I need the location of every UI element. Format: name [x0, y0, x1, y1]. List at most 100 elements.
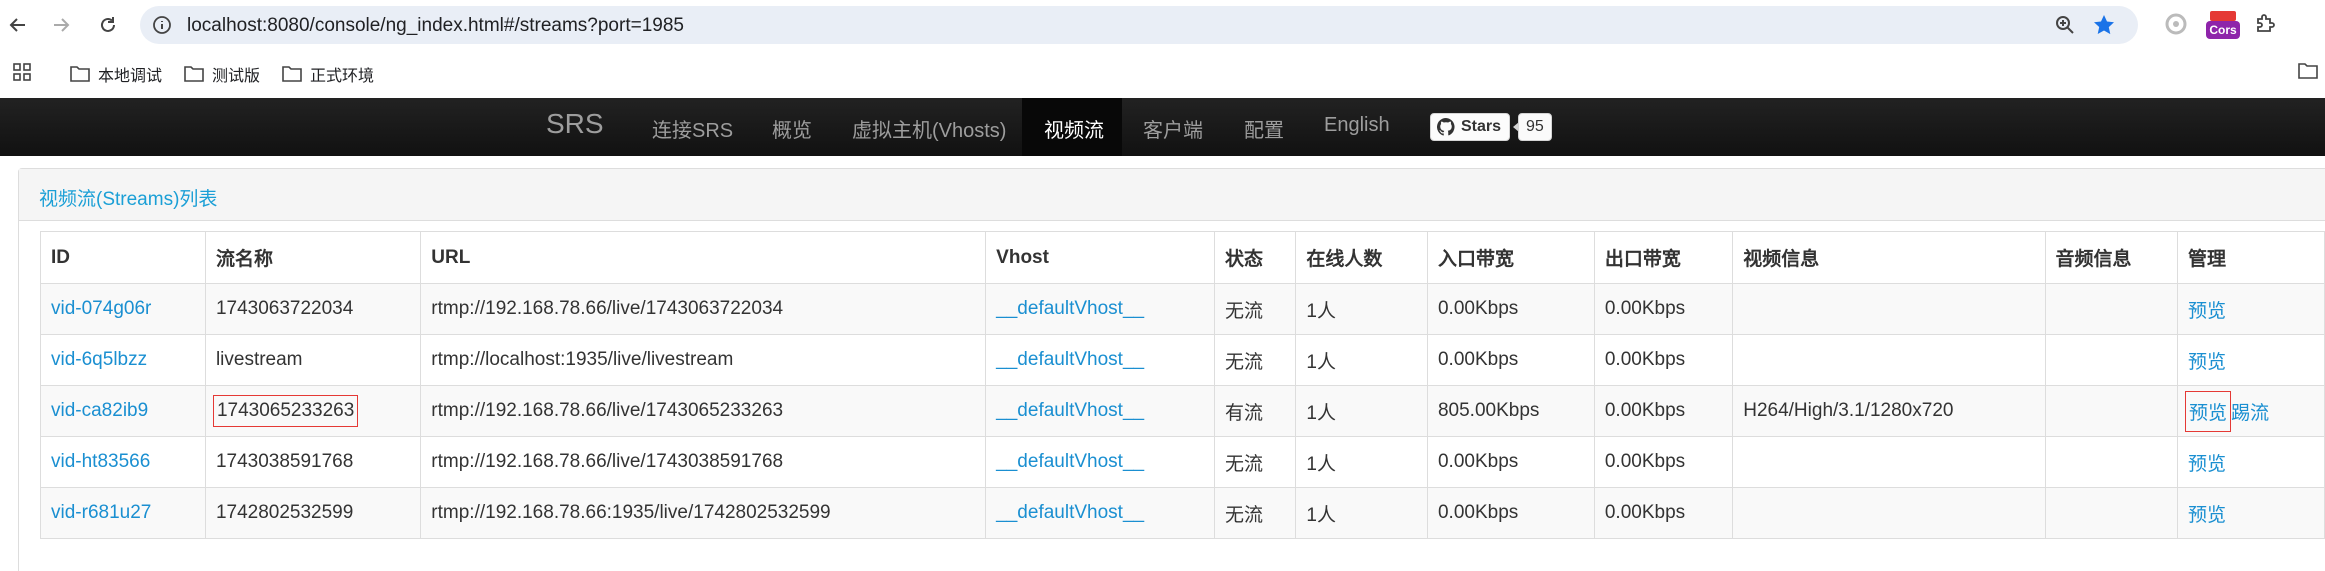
- stream-name: 1743038591768: [204, 436, 422, 488]
- stream-url: rtmp://localhost:1935/live/livestream: [420, 334, 987, 386]
- preview-link[interactable]: 预览: [2188, 505, 2226, 526]
- stream-id-link[interactable]: vid-ht83566: [51, 451, 150, 472]
- vhost-link[interactable]: __defaultVhost__: [996, 298, 1144, 319]
- video-info: [1732, 283, 2046, 335]
- table-row: vid-074g06r 1743063722034 rtmp://192.168…: [40, 283, 2325, 335]
- audio-info: [2044, 385, 2179, 437]
- in-bandwidth: 0.00Kbps: [1426, 487, 1595, 539]
- address-bar[interactable]: localhost:8080/console/ng_index.html#/st…: [140, 6, 2138, 44]
- nav-config[interactable]: 配置: [1244, 114, 1284, 143]
- site-info-icon[interactable]: [152, 15, 172, 40]
- in-bandwidth: 805.00Kbps: [1426, 385, 1595, 437]
- audio-info: [2044, 487, 2179, 539]
- video-info: [1732, 436, 2046, 488]
- stream-id-link[interactable]: vid-ca82ib9: [51, 400, 148, 421]
- nav-clients[interactable]: 客户端: [1143, 114, 1203, 143]
- panel-heading: 视频流(Streams)列表: [19, 169, 2325, 221]
- stream-clients: 1人: [1295, 487, 1428, 539]
- apps-grid-icon[interactable]: [12, 62, 32, 82]
- table-row: vid-r681u27 1742802532599 rtmp://192.168…: [40, 487, 2325, 539]
- audio-info: [2044, 283, 2179, 335]
- url-text[interactable]: localhost:8080/console/ng_index.html#/st…: [187, 15, 684, 37]
- out-bandwidth: 0.00Kbps: [1593, 334, 1734, 386]
- stream-name: 1743063722034: [204, 283, 422, 335]
- forward-arrow-icon[interactable]: [46, 10, 76, 40]
- bookmark-label: 本地调试: [98, 68, 163, 85]
- extension-puzzle-gray-icon[interactable]: [2164, 12, 2188, 41]
- col-header-manage: 管理: [2177, 231, 2325, 284]
- col-header-id: ID: [40, 231, 206, 284]
- video-info: H264/High/3.1/1280x720: [1732, 385, 2046, 437]
- nav-english[interactable]: English: [1324, 114, 1390, 137]
- stream-id-link[interactable]: vid-r681u27: [51, 502, 151, 523]
- video-info: [1732, 334, 2046, 386]
- stream-url: rtmp://192.168.78.66/live/1743065233263: [420, 385, 987, 437]
- stream-url: rtmp://192.168.78.66:1935/live/174280253…: [420, 487, 987, 539]
- stream-clients: 1人: [1295, 385, 1428, 437]
- vhost-link[interactable]: __defaultVhost__: [996, 502, 1144, 523]
- vhost-link[interactable]: __defaultVhost__: [996, 349, 1144, 370]
- col-header-in-bandwidth: 入口带宽: [1426, 231, 1595, 284]
- bookmarks-bar: 本地调试 测试版 正式环境: [0, 50, 2325, 98]
- col-header-clients: 在线人数: [1295, 231, 1428, 284]
- stream-status: 无流: [1213, 334, 1297, 386]
- back-arrow-icon[interactable]: [3, 10, 33, 40]
- stream-clients: 1人: [1295, 436, 1428, 488]
- bookmark-folder-local[interactable]: 本地调试: [70, 62, 162, 86]
- brand-logo[interactable]: SRS: [546, 108, 604, 140]
- reload-icon[interactable]: [93, 10, 123, 40]
- table-row: vid-ht83566 1743038591768 rtmp://192.168…: [40, 436, 2325, 488]
- in-bandwidth: 0.00Kbps: [1426, 334, 1595, 386]
- table-header-row: ID 流名称 URL Vhost 状态 在线人数 入口带宽 出口带宽 视频信息 …: [40, 231, 2325, 284]
- stream-status: 无流: [1213, 487, 1297, 539]
- stream-clients: 1人: [1295, 283, 1428, 335]
- video-info: [1732, 487, 2046, 539]
- bookmark-label: 测试版: [212, 68, 261, 85]
- in-bandwidth: 0.00Kbps: [1426, 436, 1595, 488]
- site-navbar: SRS 连接SRS 概览 虚拟主机(Vhosts) 视频流 客户端 配置 Eng…: [0, 98, 2325, 156]
- nav-streams-active[interactable]: 视频流: [1022, 98, 1122, 156]
- github-stars-count[interactable]: 95: [1513, 113, 1552, 141]
- preview-link[interactable]: 预览: [2188, 352, 2226, 373]
- preview-link-highlighted[interactable]: 预览: [2185, 390, 2232, 432]
- table-row: vid-ca82ib9 1743065233263 rtmp://192.168…: [40, 385, 2325, 437]
- zoom-icon[interactable]: [2054, 14, 2076, 41]
- github-stars-label: Stars: [1461, 118, 1502, 135]
- stream-clients: 1人: [1295, 334, 1428, 386]
- audio-info: [2044, 334, 2179, 386]
- bookmark-folder-prod[interactable]: 正式环境: [282, 62, 374, 86]
- streams-table: ID 流名称 URL Vhost 状态 在线人数 入口带宽 出口带宽 视频信息 …: [40, 231, 2325, 539]
- kick-stream-link[interactable]: 踢流: [2231, 403, 2269, 424]
- github-stars-button[interactable]: Stars: [1430, 113, 1511, 141]
- bookmark-folder-test[interactable]: 测试版: [184, 62, 260, 86]
- in-bandwidth: 0.00Kbps: [1426, 283, 1595, 335]
- out-bandwidth: 0.00Kbps: [1593, 283, 1734, 335]
- bookmark-star-icon[interactable]: [2092, 13, 2116, 42]
- vhost-link[interactable]: __defaultVhost__: [996, 451, 1144, 472]
- folder-icon: [184, 66, 204, 82]
- stream-id-link[interactable]: vid-6q5lbzz: [51, 349, 147, 370]
- preview-link[interactable]: 预览: [2188, 301, 2226, 322]
- audio-info: [2044, 436, 2179, 488]
- stream-name: 1742802532599: [204, 487, 422, 539]
- out-bandwidth: 0.00Kbps: [1593, 436, 1734, 488]
- col-header-out-bandwidth: 出口带宽: [1593, 231, 1734, 284]
- preview-link[interactable]: 预览: [2188, 454, 2226, 475]
- extensions-puzzle-icon[interactable]: [2253, 12, 2277, 41]
- nav-vhosts[interactable]: 虚拟主机(Vhosts): [852, 114, 1006, 143]
- nav-overview[interactable]: 概览: [772, 114, 812, 143]
- github-stars-widget[interactable]: Stars 95: [1430, 113, 1552, 141]
- stream-status: 无流: [1213, 436, 1297, 488]
- col-header-vhost: Vhost: [985, 231, 1215, 284]
- out-bandwidth: 0.00Kbps: [1593, 385, 1734, 437]
- col-header-audio-info: 音频信息: [2044, 231, 2179, 284]
- stream-status: 有流: [1213, 385, 1297, 437]
- stream-url: rtmp://192.168.78.66/live/1743063722034: [420, 283, 987, 335]
- folder-icon: [282, 66, 302, 82]
- col-header-name: 流名称: [204, 231, 422, 284]
- vhost-link[interactable]: __defaultVhost__: [996, 400, 1144, 421]
- cors-extension-icon[interactable]: Cors: [2206, 11, 2240, 41]
- stream-id-link[interactable]: vid-074g06r: [51, 298, 151, 319]
- nav-connect-srs[interactable]: 连接SRS: [652, 114, 733, 143]
- all-bookmarks-folder-icon[interactable]: [2298, 62, 2318, 80]
